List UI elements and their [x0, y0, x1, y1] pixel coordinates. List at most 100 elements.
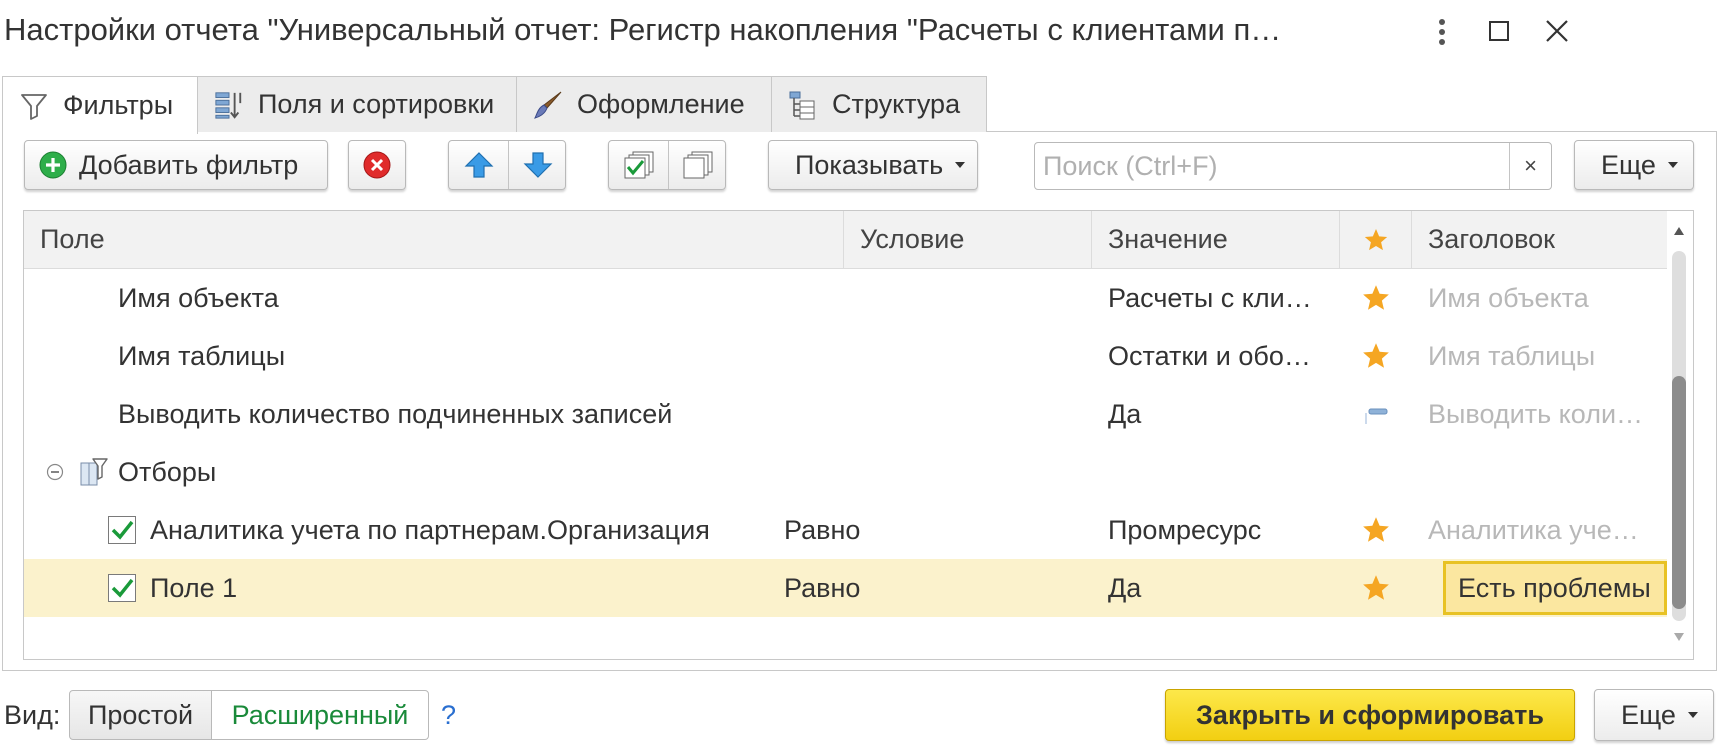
field-cell: Имя объекта — [118, 282, 279, 313]
tab-label: Оформление — [577, 89, 745, 119]
star-cell[interactable] — [1340, 385, 1412, 443]
star-icon — [1363, 575, 1389, 600]
vertical-scrollbar[interactable] — [1664, 211, 1692, 659]
row-checkbox[interactable] — [108, 574, 136, 602]
footer-more-button[interactable]: Еще — [1594, 689, 1714, 741]
star-cell[interactable] — [1340, 269, 1412, 327]
delete-button[interactable] — [348, 140, 406, 190]
plus-circle-icon — [39, 151, 67, 179]
condition-cell[interactable]: Равно — [784, 559, 1084, 617]
view-extended-button[interactable]: Расширенный — [211, 690, 429, 740]
star-cell[interactable] — [1340, 559, 1412, 617]
close-and-generate-button[interactable]: Закрыть и сформировать — [1165, 689, 1575, 741]
table-header: Поле Условие Значение Заголовок — [24, 211, 1667, 269]
check-all-icon — [624, 151, 653, 179]
value-cell[interactable]: Да — [1108, 385, 1338, 443]
show-dropdown-button[interactable]: Показывать — [768, 140, 978, 190]
title-cell[interactable]: Аналитика уче… — [1428, 501, 1663, 559]
filters-table: Поле Условие Значение Заголовок Имя объе… — [23, 210, 1694, 660]
column-header-value[interactable]: Значение — [1092, 211, 1340, 268]
check-all-button[interactable] — [609, 141, 668, 189]
condition-cell[interactable]: Равно — [784, 501, 1084, 559]
group-row[interactable]: Отборы — [24, 443, 1667, 501]
search-field: × — [1034, 142, 1552, 190]
fields-sort-icon — [214, 90, 244, 120]
field-cell: Аналитика учета по партнерам.Организация — [108, 501, 838, 559]
scroll-thumb[interactable] — [1672, 376, 1686, 609]
column-header-title[interactable]: Заголовок — [1412, 211, 1667, 268]
title-cell[interactable]: Имя объекта — [1428, 269, 1663, 327]
field-label: Аналитика учета по партнерам.Организация — [150, 514, 710, 545]
field-cell: Имя таблицы — [118, 340, 286, 371]
move-down-button[interactable] — [509, 141, 567, 189]
more-label: Еще — [1601, 149, 1656, 180]
collapse-icon[interactable] — [40, 443, 70, 501]
brush-icon — [533, 90, 563, 120]
star-icon — [1363, 285, 1389, 310]
field-label: Поле 1 — [150, 572, 238, 603]
delete-icon — [363, 151, 391, 179]
tab-label: Фильтры — [63, 90, 174, 120]
value-cell[interactable]: Промресурс — [1108, 501, 1338, 559]
help-link[interactable]: ? — [441, 700, 456, 731]
tab-label: Структура — [832, 89, 961, 119]
dash-icon — [1365, 408, 1388, 424]
title-cell[interactable]: Имя таблицы — [1428, 327, 1663, 385]
star-icon — [1364, 228, 1387, 250]
more-button[interactable]: Еще — [1574, 140, 1694, 190]
checkmark-icon — [111, 520, 134, 540]
value-cell[interactable]: Остатки и обо… — [1108, 327, 1338, 385]
arrow-up-icon — [464, 152, 493, 178]
scroll-down-icon — [1674, 633, 1684, 641]
chevron-down-icon — [955, 162, 966, 168]
uncheck-all-icon — [683, 151, 713, 179]
table-row[interactable]: Имя таблицы Остатки и обо… Имя таблицы — [24, 327, 1667, 385]
chevron-down-icon — [1667, 162, 1678, 168]
column-header-field[interactable]: Поле — [24, 211, 844, 268]
group-label: Отборы — [118, 456, 217, 487]
add-filter-label: Добавить фильтр — [79, 149, 299, 180]
clear-icon: × — [1524, 153, 1537, 178]
search-input[interactable] — [1035, 143, 1511, 189]
clear-search-button[interactable]: × — [1509, 143, 1551, 189]
star-icon — [1363, 343, 1389, 368]
more-actions-icon[interactable] — [1433, 16, 1451, 52]
show-label: Показывать — [795, 149, 944, 180]
arrow-down-icon — [523, 152, 553, 178]
add-filter-button[interactable]: Добавить фильтр — [24, 140, 328, 190]
star-cell[interactable] — [1340, 501, 1412, 559]
footer-more-label: Еще — [1621, 699, 1676, 730]
field-cell: Выводить количество подчиненных записей — [118, 398, 673, 429]
table-row-selected[interactable]: Поле 1 Равно Да Есть проблемы — [24, 559, 1667, 617]
column-header-condition[interactable]: Условие — [844, 211, 1092, 268]
column-header-star[interactable] — [1340, 211, 1412, 268]
window-title: Настройки отчета "Универсальный отчет: Р… — [4, 12, 1282, 47]
structure-icon — [788, 90, 818, 120]
tab-fields-sort[interactable]: Поля и сортировки — [197, 76, 517, 132]
tab-filters[interactable]: Фильтры — [2, 76, 198, 134]
row-checkbox[interactable] — [108, 516, 136, 544]
title-cell[interactable]: Выводить коли… — [1428, 385, 1663, 443]
move-up-button[interactable] — [449, 141, 508, 189]
uncheck-all-button[interactable] — [669, 141, 727, 189]
scroll-up-icon — [1674, 227, 1684, 235]
table-row[interactable]: Аналитика учета по партнерам.Организация… — [24, 501, 1667, 559]
value-cell[interactable]: Да — [1108, 559, 1338, 617]
table-row[interactable]: Выводить количество подчиненных записей … — [24, 385, 1667, 443]
tab-structure[interactable]: Структура — [771, 76, 987, 132]
close-icon[interactable] — [1544, 18, 1570, 48]
field-cell: Поле 1 — [108, 559, 838, 617]
table-row[interactable]: Имя объекта Расчеты с кли… Имя объекта — [24, 269, 1667, 327]
move-buttons-group — [448, 140, 566, 190]
maximize-icon[interactable] — [1488, 20, 1510, 46]
tab-label: Поля и сортировки — [258, 89, 495, 119]
check-buttons-group — [608, 140, 726, 190]
view-simple-button[interactable]: Простой — [69, 690, 212, 740]
star-icon — [1363, 517, 1389, 542]
view-label: Вид: — [4, 700, 61, 730]
value-cell[interactable]: Расчеты с кли… — [1108, 269, 1338, 327]
tab-appearance[interactable]: Оформление — [516, 76, 772, 132]
title-edit-field[interactable]: Есть проблемы — [1443, 561, 1667, 615]
filter-icon — [19, 91, 49, 121]
star-cell[interactable] — [1340, 327, 1412, 385]
